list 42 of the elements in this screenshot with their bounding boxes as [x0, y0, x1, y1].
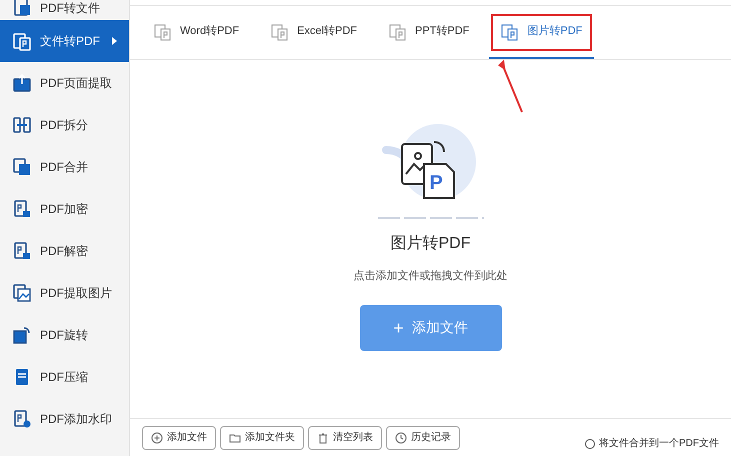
- drop-zone-hint: 点击添加文件或拖拽文件到此处: [354, 268, 508, 284]
- trash-icon: [317, 432, 329, 444]
- toolbar-button[interactable]: 历史记录: [386, 426, 460, 450]
- sidebar-item[interactable]: PDF拆分: [0, 104, 129, 146]
- drop-zone-title: 图片转PDF: [390, 234, 470, 254]
- document-icon: [501, 22, 520, 40]
- tab[interactable]: 图片转PDF: [489, 6, 594, 59]
- merge-icon: [12, 157, 32, 177]
- document-icon: [154, 22, 172, 40]
- extract-icon: [12, 73, 32, 93]
- toolbar-button[interactable]: 添加文件夹: [220, 426, 304, 450]
- sidebar-item[interactable]: PDF提取图片: [0, 272, 129, 314]
- sidebar-item[interactable]: PDF压缩: [0, 356, 129, 398]
- document-icon: [271, 22, 290, 40]
- annotation-arrow: [495, 58, 525, 114]
- convert-icon: [12, 31, 32, 51]
- sidebar-item[interactable]: PDF解密: [0, 230, 129, 272]
- folder-icon: [229, 432, 241, 444]
- split-icon: [12, 115, 32, 135]
- doc-icon: [12, 0, 32, 17]
- sidebar-item[interactable]: PDF页面提取: [0, 62, 129, 104]
- clock-icon: [395, 432, 407, 444]
- add-icon: [151, 432, 163, 444]
- image-icon: [12, 283, 32, 303]
- plus-icon: +: [393, 318, 404, 336]
- tab[interactable]: Word转PDF: [142, 6, 252, 59]
- radio-button[interactable]: [585, 438, 595, 448]
- illustration-letter: P: [430, 173, 443, 193]
- rotate-icon: [12, 325, 32, 345]
- toolbar-button[interactable]: 清空列表: [308, 426, 382, 450]
- sidebar-item[interactable]: PDF加密: [0, 188, 129, 230]
- tab[interactable]: PPT转PDF: [377, 6, 482, 59]
- document-icon: [389, 22, 407, 40]
- sidebar-item[interactable]: PDF合并: [0, 146, 129, 188]
- sidebar-item[interactable]: PDF转文件: [0, 0, 129, 20]
- caret-icon: [112, 37, 117, 45]
- sidebar-item[interactable]: PDF添加水印: [0, 398, 129, 440]
- sidebar-item[interactable]: 文件转PDF: [0, 20, 129, 62]
- merge-option-label: 将文件合并到一个PDF文件: [599, 436, 719, 451]
- tab[interactable]: Excel转PDF: [259, 6, 369, 59]
- toolbar-button[interactable]: 添加文件: [142, 426, 216, 450]
- sidebar-item[interactable]: PDF旋转: [0, 314, 129, 356]
